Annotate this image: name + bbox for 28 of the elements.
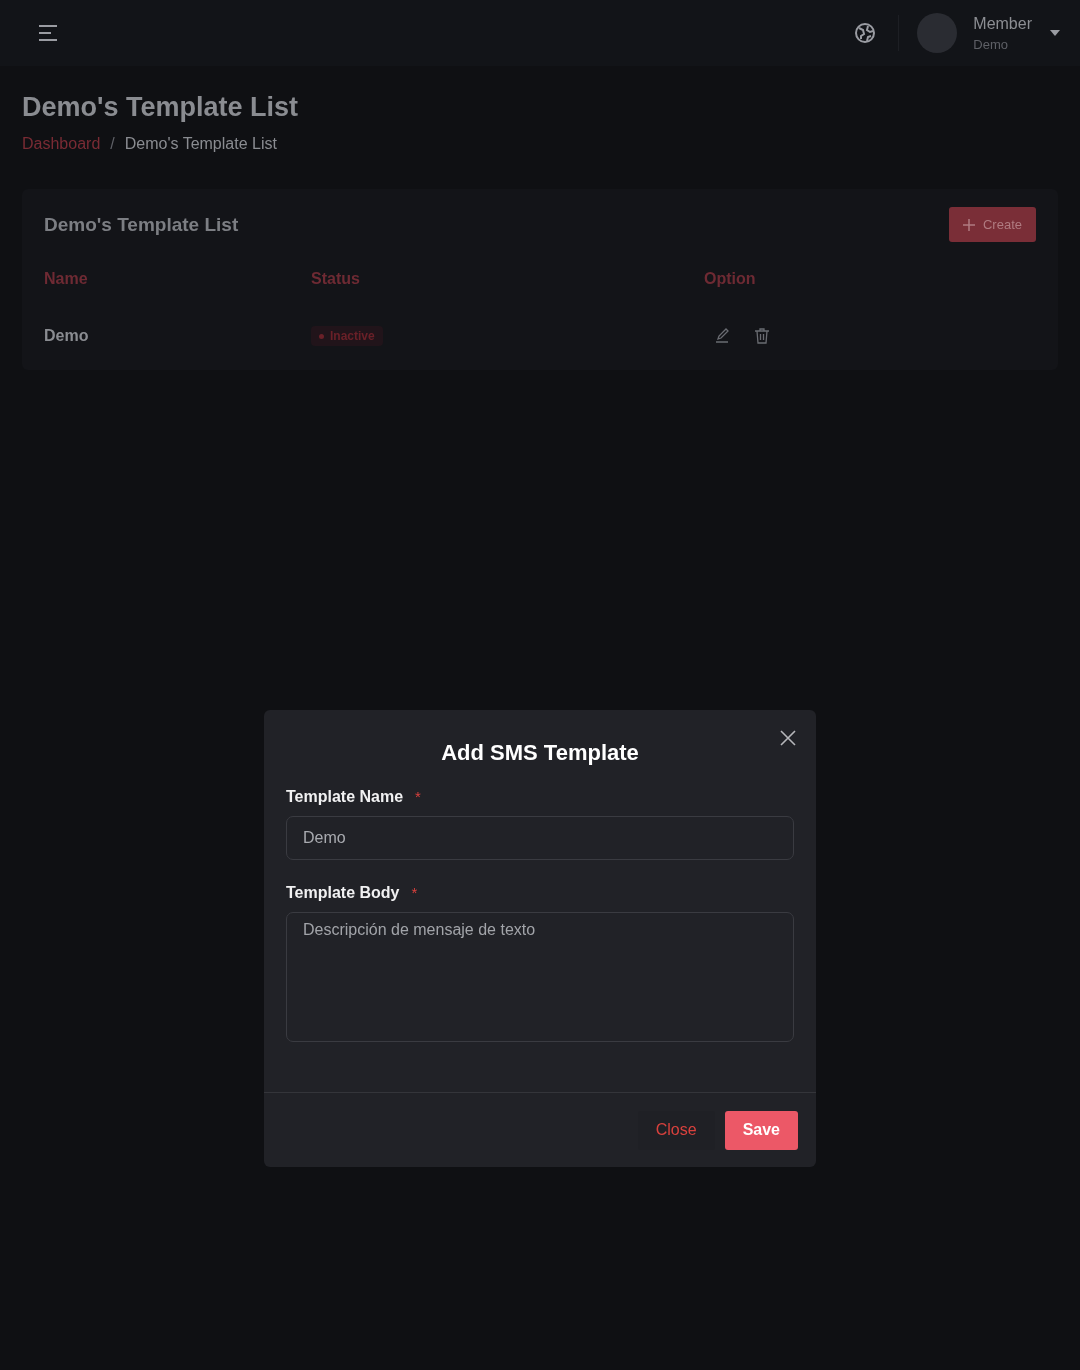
page-title: Demo's Template List <box>22 92 299 123</box>
column-header: Status <box>311 270 361 289</box>
modal-title: Add SMS Template <box>440 740 640 766</box>
required-mark: * <box>415 788 421 805</box>
field-label: Template Name <box>286 788 404 806</box>
menu-icon[interactable] <box>38 24 58 42</box>
text-area[interactable]: Descripción de mensaje de texto <box>286 912 794 1042</box>
create-button[interactable]: Create <box>948 207 1036 242</box>
breadcrumb-link[interactable]: Dashboard <box>22 135 101 153</box>
table-cell-text: Demo <box>44 326 90 346</box>
card-title: Demo's Template List <box>44 213 239 236</box>
breadcrumb-separator: / <box>110 135 115 153</box>
user-role: Demo <box>973 36 1009 52</box>
column-header: Name <box>44 270 89 289</box>
close-icon[interactable] <box>780 730 796 746</box>
edit-icon[interactable] <box>714 328 730 344</box>
breadcrumb-current: Demo's Template List <box>124 135 277 153</box>
input-field[interactable]: Demo <box>286 816 794 860</box>
trash-icon[interactable] <box>754 328 770 344</box>
caret-icon[interactable] <box>1050 30 1060 36</box>
globe-icon[interactable] <box>854 22 877 44</box>
status-badge: Inactive <box>311 326 383 346</box>
required-mark: * <box>411 884 418 901</box>
user-name: Member <box>973 14 1032 33</box>
field-label: Template Body <box>286 884 400 902</box>
column-header: Option <box>704 270 757 289</box>
plus-icon <box>962 218 975 231</box>
save-button[interactable]: Save <box>724 1110 798 1150</box>
